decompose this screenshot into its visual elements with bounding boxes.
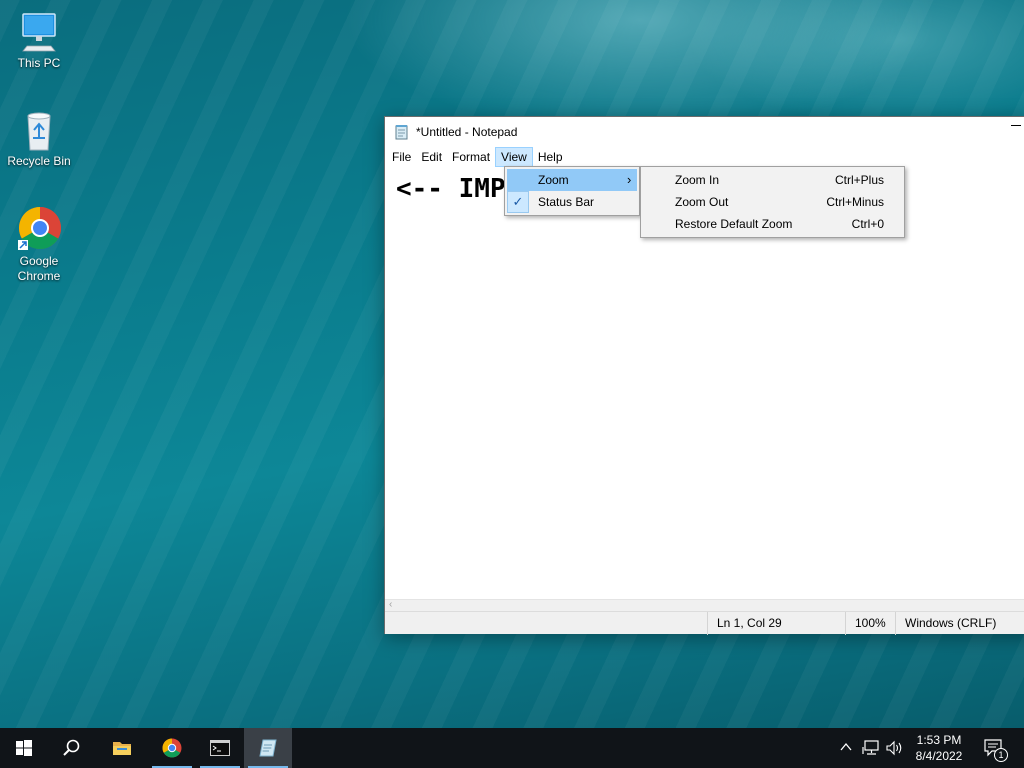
file-explorer-icon: [113, 742, 131, 755]
taskbar-chrome[interactable]: [148, 728, 196, 768]
zoom-submenu: Zoom In Ctrl+Plus Zoom Out Ctrl+Minus Re…: [640, 166, 905, 238]
terminal-icon: [210, 740, 230, 756]
menu-help[interactable]: Help: [533, 147, 568, 167]
chrome-icon: [18, 207, 62, 250]
notification-badge: 1: [994, 748, 1008, 762]
menu-bar: File Edit Format View Help: [385, 147, 1024, 167]
menu-item-zoom-out[interactable]: Zoom Out Ctrl+Minus: [643, 191, 902, 213]
recycle-bin-icon: [27, 112, 51, 151]
search-button[interactable]: [48, 728, 96, 768]
scroll-left-icon[interactable]: ‹: [389, 599, 392, 610]
menu-item-label: Zoom: [538, 173, 569, 187]
status-line-ending: Windows (CRLF): [895, 612, 1024, 635]
notepad-icon: [259, 739, 277, 757]
desktop-icon-this-pc[interactable]: This PC: [0, 10, 78, 71]
taskbar-terminal[interactable]: [196, 728, 244, 768]
horizontal-scrollbar[interactable]: ‹: [385, 599, 1024, 611]
network-icon[interactable]: [862, 740, 880, 756]
action-center-button[interactable]: 1: [978, 728, 1012, 768]
menu-item-zoom-in[interactable]: Zoom In Ctrl+Plus: [643, 169, 902, 191]
clock-date: 8/4/2022: [915, 749, 963, 763]
volume-icon[interactable]: [886, 740, 904, 756]
editor-content: <-- IMPORTANT: [396, 174, 516, 204]
menu-format[interactable]: Format: [447, 147, 495, 167]
menu-item-label: Zoom In: [675, 173, 720, 187]
desktop-icon-google-chrome[interactable]: Google Chrome: [0, 206, 78, 284]
menu-item-label: Status Bar: [538, 195, 595, 209]
menu-item-label: Restore Default Zoom: [675, 217, 793, 231]
desktop-icon-label: This PC: [17, 56, 61, 70]
status-position: Ln 1, Col 29: [707, 612, 847, 635]
title-bar[interactable]: *Untitled - Notepad: [385, 117, 1024, 147]
taskbar-file-explorer[interactable]: [98, 728, 146, 768]
menu-item-label: Zoom Out: [675, 195, 729, 209]
view-menu: Zoom › ✓ Status Bar: [504, 166, 640, 216]
taskbar: 1:53 PM 8/4/2022 1: [0, 728, 1024, 768]
desktop-icon-label: Recycle Bin: [7, 154, 71, 168]
chevron-right-icon: ›: [627, 172, 632, 187]
chrome-icon: [162, 738, 182, 758]
minimize-button[interactable]: [1011, 125, 1021, 135]
menu-item-status-bar[interactable]: Status Bar: [507, 191, 637, 213]
menu-item-shortcut: Ctrl+Minus: [826, 195, 884, 209]
desktop-icon-recycle-bin[interactable]: Recycle Bin: [0, 108, 78, 169]
menu-edit[interactable]: Edit: [416, 147, 447, 167]
menu-item-shortcut: Ctrl+0: [851, 217, 884, 231]
status-zoom: 100%: [845, 612, 897, 635]
windows-start-icon: [16, 740, 32, 756]
menu-item-shortcut: Ctrl+Plus: [834, 173, 884, 187]
menu-item-restore-default-zoom[interactable]: Restore Default Zoom Ctrl+0: [643, 213, 902, 235]
notepad-icon: [395, 125, 408, 140]
start-button[interactable]: [0, 728, 48, 768]
clock[interactable]: 1:53 PM 8/4/2022: [906, 732, 972, 764]
desktop-icon-label: Google Chrome: [17, 254, 61, 283]
computer-icon: [22, 13, 56, 52]
clock-time: 1:53 PM: [916, 733, 962, 747]
menu-file[interactable]: File: [387, 147, 416, 167]
search-icon: [63, 739, 80, 756]
menu-item-zoom[interactable]: Zoom ›: [507, 169, 637, 191]
taskbar-notepad[interactable]: [244, 728, 292, 768]
menu-view[interactable]: View: [495, 147, 533, 167]
system-tray: [836, 728, 906, 768]
window-title: *Untitled - Notepad: [416, 125, 518, 139]
chevron-up-icon[interactable]: [840, 742, 852, 752]
status-bar: Ln 1, Col 29 100% Windows (CRLF): [385, 611, 1024, 635]
